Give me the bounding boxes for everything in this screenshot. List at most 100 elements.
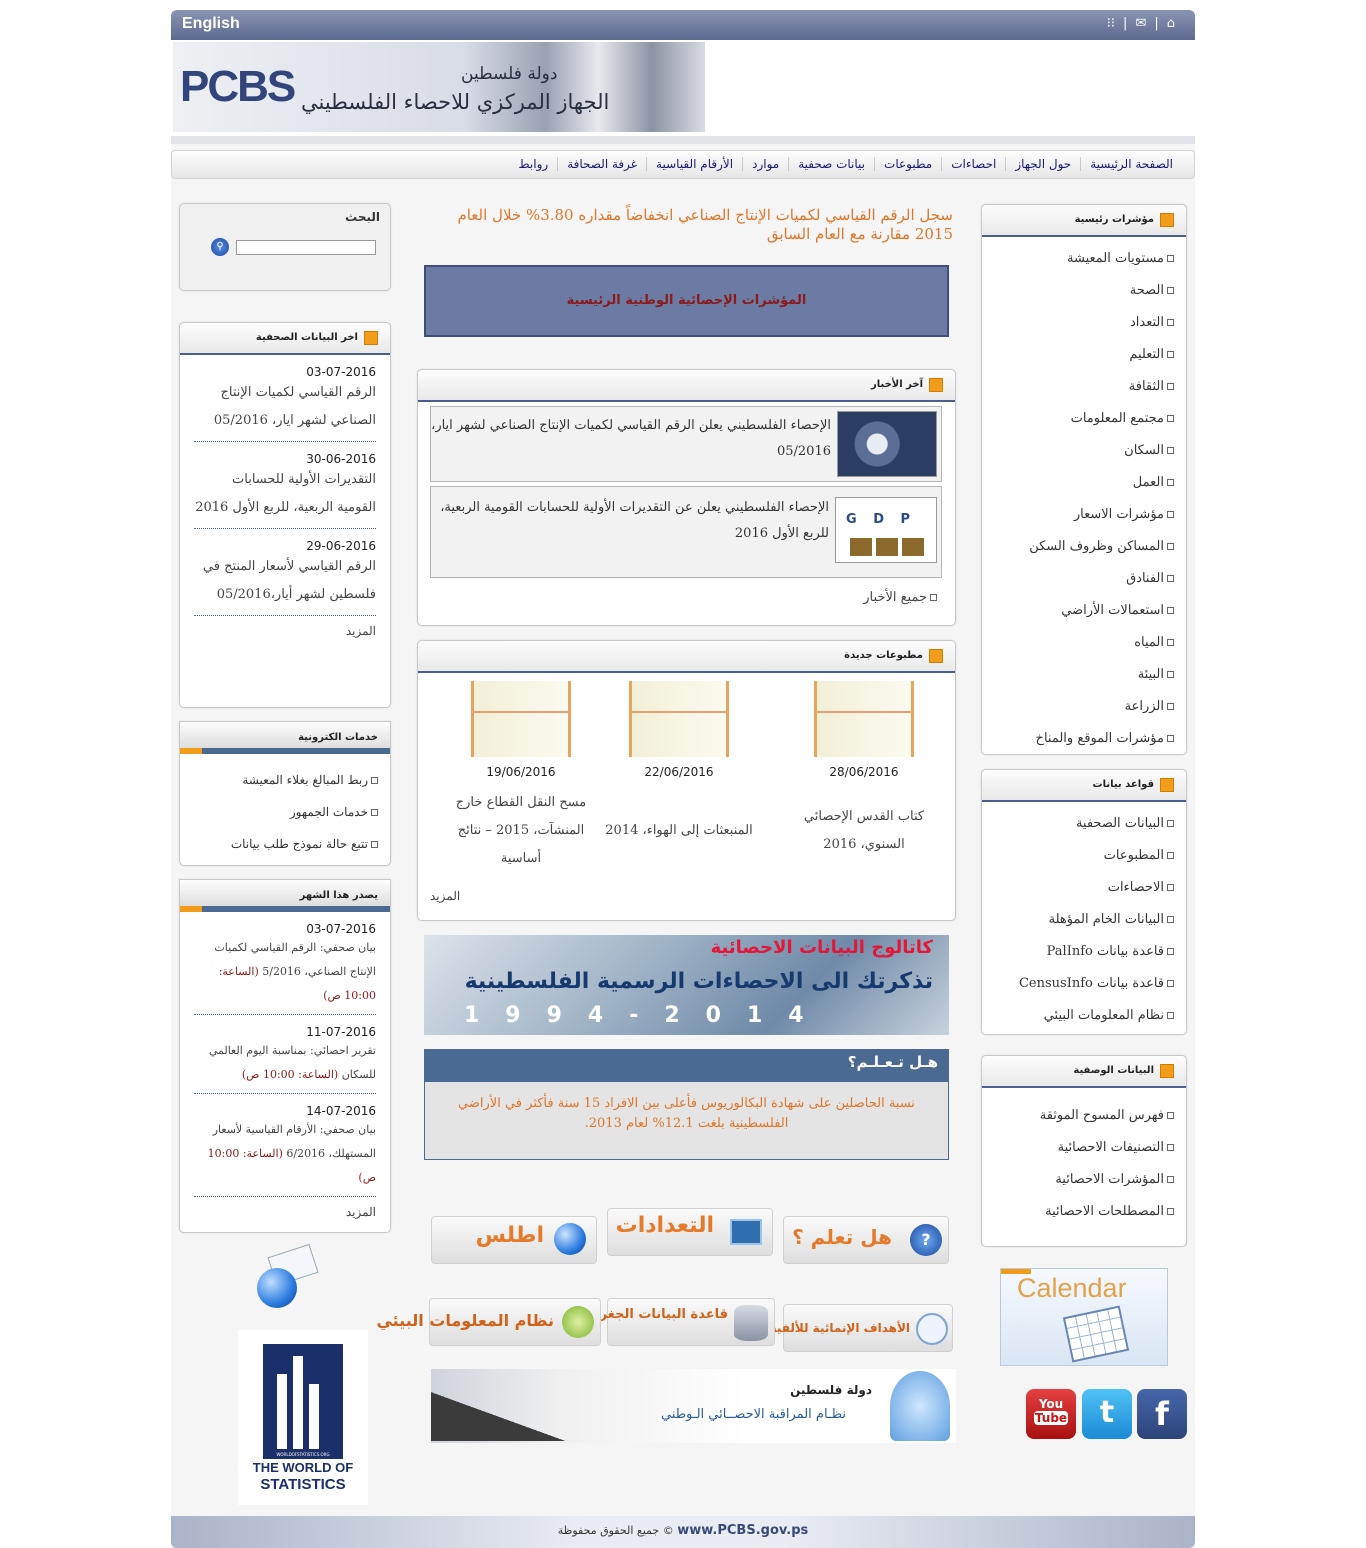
list-item[interactable]: 30-06-2016 التقديرات الأولية للحسابات ال…	[194, 442, 376, 529]
state-name: دولة فلسطين	[461, 64, 558, 84]
latest-news-title: آخر الأخبار	[870, 379, 923, 390]
sidebar-item[interactable]: التعداد	[982, 307, 1174, 339]
section-icon	[929, 649, 943, 663]
publications-more-link[interactable]: المزيد	[430, 889, 460, 903]
sidebar-item[interactable]: قاعدة بيانات CensusInfo	[982, 968, 1174, 1000]
list-item[interactable]: 03-07-2016 بيان صحفي: الرقم القياسي لكمي…	[194, 912, 376, 1015]
did-you-know-box: هـل تـعـلـم؟ نسبة الحاصلين على شهادة الب…	[424, 1049, 949, 1160]
latest-press-title: اخر البيانات الصحفية	[255, 332, 358, 343]
sidebar-item[interactable]: مؤشرات الاسعار	[982, 499, 1174, 531]
did-you-know-title: هـل تـعـلـم؟	[425, 1050, 948, 1082]
menu-item-statistics[interactable]: احصاءات	[941, 157, 1005, 171]
publication-cover[interactable]	[471, 681, 571, 757]
sidebar-item[interactable]: التصنيفات الاحصائية	[982, 1132, 1174, 1164]
sidebar-item[interactable]: المياه	[982, 627, 1174, 659]
sidebar-item[interactable]: المؤشرات الاحصائية	[982, 1164, 1174, 1196]
publication-item[interactable]: 28/06/2016 كتاب القدس الإحصائي السنوي، 2…	[799, 681, 929, 859]
sidebar-item[interactable]: مؤشرات الموقع والمناخ	[982, 723, 1174, 755]
menu-item-publications[interactable]: مطبوعات	[874, 157, 941, 171]
sidebar-item[interactable]: التعليم	[982, 339, 1174, 371]
list-item[interactable]: ربط المبالغ بغلاء المعيشة	[180, 764, 378, 796]
sidebar-item[interactable]: مجتمع المعلومات	[982, 403, 1174, 435]
mail-icon[interactable]: ✉	[1135, 16, 1146, 31]
search-icon[interactable]: ⚲	[211, 238, 229, 256]
sidebar-item[interactable]: نظام المعلومات البيئي	[982, 1000, 1174, 1032]
monitoring-logo	[890, 1371, 950, 1441]
menu-item-indices[interactable]: الأرقام القياسية	[646, 157, 742, 171]
section-icon	[1160, 213, 1174, 227]
main-menu: الصفحة الرئيسية حول الجهاز احصاءات مطبوع…	[171, 150, 1195, 179]
globe-icon	[554, 1223, 586, 1255]
publication-item[interactable]: 22/06/2016 المنبعثات إلى الهواء، 2014	[599, 681, 759, 845]
metadata-box: البيانات الوصفية فهرس المسوح الموثقة الت…	[981, 1055, 1187, 1247]
sidebar-item[interactable]: البيانات الخام المؤهلة	[982, 904, 1174, 936]
sidebar-item[interactable]: الصحة	[982, 275, 1174, 307]
sidebar-item[interactable]: العمل	[982, 467, 1174, 499]
twitter-icon[interactable]: t	[1082, 1389, 1132, 1439]
menu-item-links[interactable]: روابط	[510, 157, 558, 171]
sidebar-item[interactable]: المطبوعات	[982, 840, 1174, 872]
menu-item-home[interactable]: الصفحة الرئيسية	[1080, 157, 1182, 171]
sidebar-item[interactable]: البيئة	[982, 659, 1174, 691]
news-item[interactable]: G D P الإحصاء الفلسطيني يعلن عن التقديرا…	[430, 486, 942, 578]
publication-item[interactable]: 19/06/2016 مسح النقل القطاع خارج المنشآت…	[451, 681, 591, 873]
all-news-link[interactable]: جميع الأخبار	[863, 590, 937, 605]
sidebar-item[interactable]: المساكن وظروف السكن	[982, 531, 1174, 563]
list-item[interactable]: تتبع حالة نموذج طلب بيانات	[180, 828, 378, 860]
menu-item-about[interactable]: حول الجهاز	[1005, 157, 1080, 171]
mdg-button[interactable]: الأهداف الإنمائية للألفية	[770, 1304, 953, 1352]
atlas-button[interactable]: اطلس	[431, 1216, 597, 1264]
calendar-button[interactable]: Calendar	[1000, 1268, 1168, 1366]
mail-globe-icon[interactable]	[255, 1243, 319, 1310]
menu-item-press[interactable]: بيانات صحفية	[788, 157, 874, 171]
chart-icon	[730, 1219, 762, 1245]
sidebar-item[interactable]: الثقافة	[982, 371, 1174, 403]
sidebar-item[interactable]: استعمالات الأراضي	[982, 595, 1174, 627]
youtube-icon[interactable]: You Tube	[1026, 1389, 1076, 1439]
sidebar-item[interactable]: المصطلحات الاحصائية	[982, 1196, 1174, 1228]
agency-name: الجهاز المركزي للاحصاء الفلسطيني	[301, 90, 610, 114]
english-link[interactable]: English	[182, 15, 240, 33]
key-indicators-banner[interactable]: المؤشرات الإحصائية الوطنية الرئيسية	[424, 265, 949, 337]
sidebar-item[interactable]: قاعدة بيانات PalInfo	[982, 936, 1174, 968]
data-catalog-banner[interactable]: كاتالوج البيانات الاحصائية تذكرتك الى ال…	[424, 935, 949, 1035]
sidebar-item[interactable]: فهرس المسوح الموثقة	[982, 1100, 1174, 1132]
sidebar-item[interactable]: الاحصاءات	[982, 872, 1174, 904]
did-you-know-text: نسبة الحاصلين على شهادة البكالوريوس فأعل…	[458, 1096, 915, 1131]
home-icon[interactable]: ⌂	[1167, 16, 1175, 31]
search-input[interactable]	[236, 240, 376, 255]
list-item[interactable]: 03-07-2016 الرقم القياسي لكميات الإنتاج …	[194, 355, 376, 442]
gis-database-button[interactable]: قاعدة البيانات الجغرافية	[574, 1298, 775, 1346]
publication-cover[interactable]	[814, 681, 914, 757]
header-banner: PCBS دولة فلسطين الجهاز المركزي للاحصاء …	[171, 40, 1195, 144]
publications-title: مطبوعات جديدة	[844, 650, 923, 661]
news-item[interactable]: الإحصاء الفلسطيني يعلن الرقم القياسي لكم…	[430, 406, 942, 482]
monitoring-system-banner[interactable]: دولة فلسطين نظـام المراقبة الاحصــائي ال…	[431, 1369, 956, 1443]
sidebar-item[interactable]: الزراعة	[982, 691, 1174, 723]
list-item[interactable]: خدمات الجمهور	[180, 796, 378, 828]
gdp-image: G D P	[835, 497, 937, 563]
did-you-know-button[interactable]: ? هل تعلم ؟	[783, 1216, 949, 1264]
list-item[interactable]: 29-06-2016 الرقم القياسي لأسعار المنتج ف…	[194, 529, 376, 616]
new-publications-box: مطبوعات جديدة 28/06/2016 كتاب القدس الإح…	[417, 640, 956, 921]
this-month-title: يصدر هذا الشهر	[299, 890, 378, 901]
list-item[interactable]: 14-07-2016 بيان صحفي: الأرقام القياسية ل…	[194, 1094, 376, 1197]
sidebar-item[interactable]: الفنادق	[982, 563, 1174, 595]
publication-cover[interactable]	[629, 681, 729, 757]
menu-item-resources[interactable]: موارد	[742, 157, 788, 171]
world-of-statistics-logo[interactable]: WORLDOFSTATISTICS.ORG THE WORLD OF STATI…	[238, 1330, 368, 1505]
sidebar-item[interactable]: البيانات الصحفية	[982, 808, 1174, 840]
month-more-link[interactable]: المزيد	[180, 1197, 390, 1227]
sidebar-item[interactable]: مستويات المعيشة	[982, 243, 1174, 275]
pcbs-logo[interactable]: PCBS دولة فلسطين الجهاز المركزي للاحصاء …	[173, 42, 705, 132]
sidebar-item[interactable]: السكان	[982, 435, 1174, 467]
facebook-icon[interactable]: f	[1137, 1389, 1187, 1439]
list-item[interactable]: 11-07-2016 تقرير احصائي: بمناسبة اليوم ا…	[194, 1015, 376, 1094]
headline[interactable]: سجل الرقم القياسي لكميات الإنتاج الصناعي…	[421, 206, 953, 244]
press-more-link[interactable]: المزيد	[180, 616, 390, 646]
env-info-button[interactable]: نظام المعلومات البيئي	[376, 1298, 601, 1346]
footer-site[interactable]: www.PCBS.gov.ps	[677, 1523, 808, 1538]
censuses-button[interactable]: التعدادات	[607, 1208, 773, 1256]
menu-item-pressroom[interactable]: غرفة الصحافة	[557, 157, 646, 171]
dots-icon[interactable]: ⁝⁝	[1107, 16, 1115, 31]
